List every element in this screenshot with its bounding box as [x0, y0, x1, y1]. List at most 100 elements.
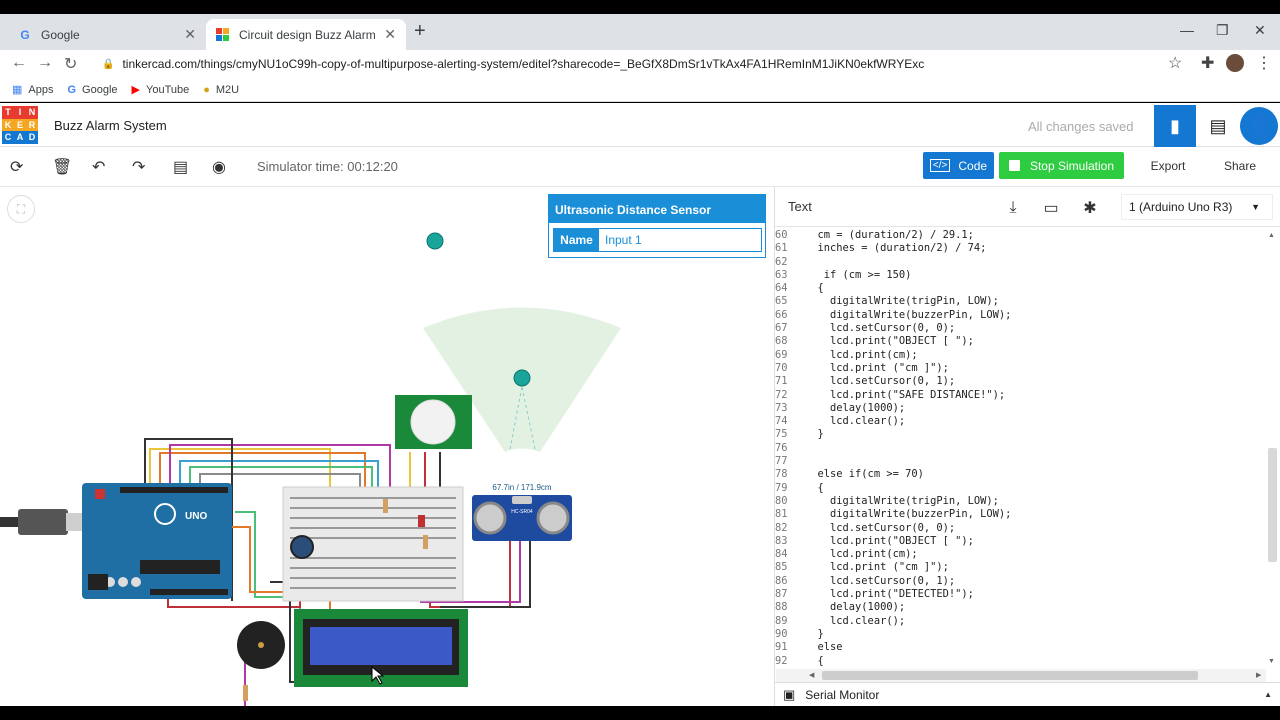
back-icon[interactable]: ← — [11, 54, 27, 72]
code-line[interactable]: 61 inches = (duration/2) / 74; — [775, 242, 1265, 255]
code-text: inches = (duration/2) / 74; — [805, 242, 987, 255]
code-line[interactable]: 85 lcd.print ("cm ]"); — [775, 561, 1265, 574]
circuit-canvas[interactable]: ⛶ UNO 67.7in / 171.9cm HC-SR04 — [0, 187, 774, 706]
code-line[interactable]: 86 lcd.setCursor(0, 1); — [775, 575, 1265, 588]
trash-icon[interactable]: 🗑 — [52, 157, 72, 177]
code-line[interactable]: 90 } — [775, 628, 1265, 641]
bottom-letterbox — [0, 706, 1280, 720]
code-line[interactable]: 84 lcd.print(cm); — [775, 548, 1265, 561]
vertical-scrollbar[interactable] — [1268, 448, 1277, 562]
device-select[interactable]: 1 (Arduino Uno R3) ▼ — [1121, 194, 1273, 220]
code-line[interactable]: 69 lcd.print(cm); — [775, 349, 1265, 362]
circuit-view-button[interactable]: ▮ — [1154, 105, 1196, 147]
debugger-bug-icon[interactable]: ✱ — [1075, 197, 1105, 219]
code-line[interactable]: 76 — [775, 442, 1265, 455]
bookmark-youtube[interactable]: ▶ YouTube — [132, 83, 190, 97]
address-bar[interactable]: 🔒 tinkercad.com/things/cmyNU1oC99h-copy-… — [94, 52, 1164, 76]
user-icon: 👤 — [1245, 113, 1273, 138]
pir-target-object[interactable] — [426, 232, 444, 250]
bookmark-m2u[interactable]: ● M2U — [203, 84, 239, 96]
scroll-left-icon[interactable]: ◀ — [809, 671, 814, 679]
project-title[interactable]: Buzz Alarm System — [54, 118, 167, 133]
scroll-down-icon[interactable]: ▼ — [1268, 658, 1275, 665]
rotate-icon[interactable]: ⟳ — [10, 157, 23, 177]
browser-menu-icon[interactable]: ⋮ — [1256, 53, 1272, 73]
profile-avatar[interactable] — [1226, 54, 1244, 72]
horizontal-scrollbar[interactable] — [822, 671, 1198, 680]
code-line[interactable]: 73 delay(1000); — [775, 402, 1265, 415]
new-tab-button[interactable]: + — [414, 20, 426, 43]
redo-icon[interactable]: ↷ — [132, 157, 145, 177]
bookmark-star-icon[interactable]: ☆ — [1168, 53, 1182, 73]
red-led[interactable] — [418, 515, 425, 527]
code-mode-label[interactable]: Text — [788, 199, 812, 214]
code-line[interactable]: 92 { — [775, 655, 1265, 668]
terminal-icon: ▣ — [783, 686, 796, 702]
code-line[interactable]: 63 if (cm >= 150) — [775, 269, 1265, 282]
bookmark-apps[interactable]: ▦ Apps — [12, 83, 53, 97]
code-line[interactable]: 74 lcd.clear(); — [775, 415, 1265, 428]
code-line[interactable]: 71 lcd.setCursor(0, 1); — [775, 375, 1265, 388]
serial-monitor-bar[interactable]: ▣ Serial Monitor ▲ — [775, 682, 1280, 706]
code-line[interactable]: 77 — [775, 455, 1265, 468]
code-line[interactable]: 87 lcd.print("DETECTED!"); — [775, 588, 1265, 601]
download-icon[interactable]: ⤓ — [998, 197, 1028, 219]
distance-target-object[interactable] — [513, 369, 531, 387]
code-line[interactable]: 83 lcd.print("OBJECT [ "); — [775, 535, 1265, 548]
code-line[interactable]: 78 else if(cm >= 70) — [775, 468, 1265, 481]
code-line[interactable]: 82 lcd.setCursor(0, 0); — [775, 522, 1265, 535]
code-line[interactable]: 68 lcd.print("OBJECT [ "); — [775, 335, 1265, 348]
extensions-icon[interactable]: ✚ — [1201, 53, 1214, 73]
close-tab-icon[interactable]: ✕ — [384, 26, 396, 43]
bookmark-google[interactable]: G Google — [67, 84, 117, 96]
usb-cable — [0, 517, 20, 527]
tab-tinkercad[interactable]: Circuit design Buzz Alarm System ✕ — [206, 19, 406, 50]
tinkercad-icon — [216, 27, 230, 42]
code-line[interactable]: 75 } — [775, 428, 1265, 441]
sensor-crystal — [512, 496, 532, 504]
code-line[interactable]: 81 digitalWrite(buzzerPin, LOW); — [775, 508, 1265, 521]
expand-up-icon[interactable]: ▲ — [1264, 690, 1272, 699]
reload-icon[interactable]: ↻ — [64, 54, 77, 74]
code-line[interactable]: 89 lcd.clear(); — [775, 615, 1265, 628]
code-line[interactable]: 80 digitalWrite(trigPin, LOW); — [775, 495, 1265, 508]
export-button[interactable]: Export — [1136, 152, 1200, 179]
code-line[interactable]: 60 cm = (duration/2) / 29.1; — [775, 229, 1265, 242]
eye-icon[interactable]: ◉ — [212, 157, 226, 177]
code-line[interactable]: 62 — [775, 256, 1265, 269]
code-line[interactable]: 72 lcd.print("SAFE DISTANCE!"); — [775, 389, 1265, 402]
code-editor[interactable]: 60 cm = (duration/2) / 29.1; 61 inches = … — [775, 229, 1265, 669]
line-number: 63 — [775, 268, 788, 281]
code-line[interactable]: 65 digitalWrite(trigPin, LOW); — [775, 295, 1265, 308]
code-button[interactable]: </> Code — [923, 152, 994, 179]
minimize-icon[interactable]: — — [1180, 22, 1194, 38]
scroll-up-icon[interactable]: ▲ — [1268, 232, 1275, 239]
window-close-icon[interactable]: ✕ — [1254, 22, 1266, 39]
code-line[interactable]: 79 { — [775, 482, 1265, 495]
maximize-icon[interactable]: ❐ — [1216, 22, 1229, 39]
share-button[interactable]: Share — [1208, 152, 1272, 179]
tinkercad-logo[interactable]: T I N K E R C A D — [2, 106, 38, 144]
stop-simulation-button[interactable]: Stop Simulation — [999, 152, 1124, 179]
undo-icon[interactable]: ↶ — [92, 157, 105, 177]
name-input[interactable]: Input 1 — [599, 229, 761, 251]
stop-button-label: Stop Simulation — [1029, 158, 1115, 173]
notes-icon[interactable]: ▤ — [173, 157, 188, 177]
component-list-button[interactable]: ▤ — [1200, 105, 1236, 147]
forward-icon[interactable]: → — [37, 54, 53, 72]
code-line[interactable]: 70 lcd.print ("cm ]"); — [775, 362, 1265, 375]
user-avatar[interactable]: 👤 — [1240, 107, 1278, 145]
code-line[interactable]: 88 delay(1000); — [775, 601, 1265, 614]
code-line[interactable]: 64 { — [775, 282, 1265, 295]
circuit-drawing[interactable]: UNO 67.7in / 171.9cm HC-SR04 — [0, 187, 774, 706]
code-text: lcd.setCursor(0, 1); — [805, 375, 956, 388]
close-tab-icon[interactable]: ✕ — [184, 26, 196, 43]
tab-google[interactable]: G Google ✕ — [8, 19, 206, 50]
code-line[interactable]: 67 lcd.setCursor(0, 0); — [775, 322, 1265, 335]
code-text: digitalWrite(buzzerPin, LOW); — [805, 308, 1012, 321]
library-icon[interactable]: ▭ — [1036, 197, 1066, 219]
code-line[interactable]: 91 else — [775, 641, 1265, 654]
potentiometer[interactable] — [290, 535, 314, 559]
scroll-right-icon[interactable]: ▶ — [1256, 671, 1261, 679]
code-line[interactable]: 66 digitalWrite(buzzerPin, LOW); — [775, 309, 1265, 322]
